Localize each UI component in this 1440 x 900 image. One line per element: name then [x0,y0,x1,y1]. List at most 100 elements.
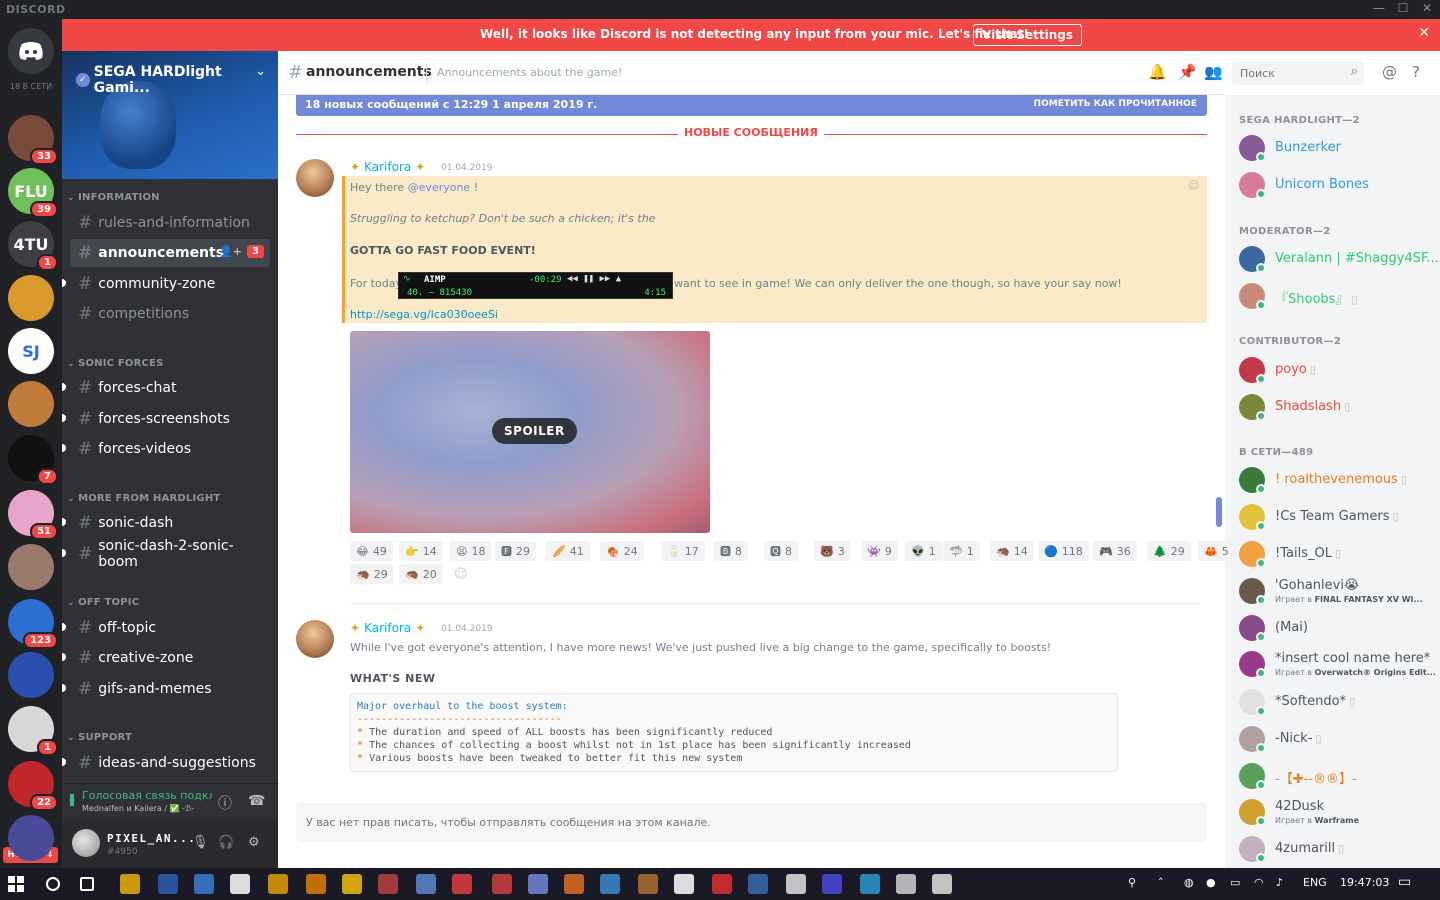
voice-channel-label[interactable]: Mednalfen и Kailera / ✅ -ℬ- [82,804,212,813]
home-button[interactable] [8,28,54,74]
channel-sonic-dash[interactable]: # sonic-dash [62,509,270,537]
member-item[interactable]: ! roalthevenemous ▯ [1239,467,1434,499]
member-item[interactable]: -Nick- ▯ [1239,726,1434,758]
file-explorer-icon[interactable] [120,874,140,894]
channel-creative-zone[interactable]: # creative-zone [62,644,270,672]
member-item[interactable]: !Cs Team Gamers ▯ [1239,504,1434,536]
channel-sonic-dash-2-sonic-boom[interactable]: # sonic-dash-2-sonic-boom [62,538,270,570]
store-icon[interactable] [230,874,250,894]
app-icon[interactable] [600,874,620,894]
server-icon[interactable] [8,652,54,698]
channel-community-zone[interactable]: # community-zone [62,270,270,298]
server-icon[interactable] [8,275,54,321]
member-item[interactable]: (Mai) [1239,615,1434,647]
media-player-icon[interactable] [268,874,288,894]
app-icon[interactable] [822,874,842,894]
channel-off-topic[interactable]: # off-topic [62,614,270,642]
invite-icon[interactable]: 👤+ [219,245,242,258]
app-icon[interactable] [860,874,880,894]
member-item[interactable]: 'Gohanlevi😭 Играет в FINAL FANTASY XV WI.… [1239,578,1434,610]
reaction-button[interactable]: 👽 1 [905,541,942,561]
message-author[interactable]: ✦ Karifora ✦ [350,621,425,635]
app-icon[interactable] [194,874,214,894]
member-item[interactable]: -【✚--®®】- [1239,763,1434,795]
reaction-button[interactable]: 🦔 14 [990,541,1034,561]
server-icon[interactable]: 7 [8,435,58,485]
app-icon[interactable] [492,874,512,894]
reaction-button[interactable]: 🆀 8 [764,541,798,561]
clock[interactable]: 19:47:03 [1340,876,1389,889]
task-view-icon[interactable] [80,877,94,891]
reaction-button[interactable]: 🎮 36 [1093,541,1137,561]
channel-gifs-and-memes[interactable]: # gifs-and-memes [62,675,270,703]
category-information[interactable]: INFORMATION [67,192,160,203]
server-icon[interactable]: FLU 39 [8,168,58,218]
channel-rules-and-information[interactable]: # rules-and-information [70,209,270,237]
visit-settings-button[interactable]: Visit Settings [973,24,1083,46]
app-icon[interactable] [416,874,436,894]
reaction-button[interactable]: 🦔 29 [350,564,394,584]
member-item[interactable]: Veralann | #Shaggy4SF... [1239,246,1439,278]
mention-icon[interactable]: @ [1382,63,1397,81]
channel-competitions[interactable]: # competitions [70,300,270,328]
help-icon[interactable]: ? [1412,63,1420,81]
add-reaction-icon[interactable]: ☺ [454,567,468,582]
app-icon[interactable] [378,874,398,894]
reaction-button[interactable]: 👉 14 [399,541,443,561]
chevron-up-icon[interactable]: ˄ [1158,876,1164,889]
reaction-button[interactable]: 🅵 29 [495,541,536,561]
avatar[interactable] [296,159,334,197]
member-item[interactable]: *insert cool name here* Играет в Overwatc… [1239,651,1436,683]
search-box[interactable]: ⌕ [1232,61,1364,85]
member-item[interactable]: Bunzerker [1239,135,1434,167]
reaction-button[interactable]: 👾 9 [861,541,898,561]
message-input[interactable] [296,802,1176,842]
gear-icon[interactable]: ⚙ [248,835,260,850]
channel-forces-videos[interactable]: # forces-videos [62,435,270,463]
close-notice-icon[interactable]: ✕ [1418,25,1430,41]
category-more-from-hardlight[interactable]: MORE FROM HARDLIGHT [67,493,220,504]
app-icon[interactable] [932,874,952,894]
app-icon[interactable] [306,874,326,894]
member-item[interactable]: Shadslash ▯ [1239,394,1434,426]
app-icon[interactable] [896,874,916,894]
mark-as-read-button[interactable]: ПОМЕТИТЬ КАК ПРОЧИТАННОЕ [1034,99,1197,109]
members-icon[interactable]: 👥 [1204,63,1223,81]
language-indicator[interactable]: ENG [1303,876,1327,889]
channel-announcements[interactable]: # announcements 👤+ 3 [70,239,270,267]
spoiler-image[interactable]: SPOILER [350,331,710,533]
server-icon[interactable]: SJ [8,328,54,374]
reaction-button[interactable]: 🥛 17 [661,541,705,561]
tray-app-icon[interactable]: ◍ [1184,876,1194,889]
server-icon[interactable]: 1 [8,706,58,756]
aimp-player-overlay[interactable]: ∿ AIMP -00:29 ◀◀ ❚❚ ▶▶ ▲ 40. ‒ 815430 4:… [398,272,673,299]
member-item[interactable]: Unicorn Bones [1239,172,1434,204]
avatar[interactable] [72,829,100,857]
reaction-button[interactable]: 🦔 20 [399,564,443,584]
member-item[interactable]: *Softendo* ▯ [1239,689,1434,721]
aimp-controls-icon[interactable]: ◀◀ ❚❚ ▶▶ ▲ [567,274,621,284]
everyone-mention[interactable]: @everyone [408,181,471,194]
app-icon[interactable] [452,874,472,894]
server-name[interactable]: ✓ SEGA HARDlight Gami... [76,64,278,96]
message-link[interactable]: http://sega.vg/Ica030oeeSi [350,308,498,321]
tray-app-icon[interactable]: ● [1206,876,1216,889]
channel-ideas-and-suggestions[interactable]: # ideas-and-suggestions [62,749,270,777]
category-sonic-forces[interactable]: SONIC FORCES [67,358,164,369]
reaction-button[interactable]: 🔵 118 [1038,541,1089,561]
app-icon[interactable] [564,874,584,894]
app-icon[interactable] [786,874,806,894]
member-item[interactable]: 『Shoobs』 ▯ [1239,283,1434,315]
member-item[interactable]: 4zumarill ▯ [1239,836,1434,868]
wifi-icon[interactable]: ◠ [1254,876,1264,889]
app-icon[interactable] [342,874,362,894]
info-icon[interactable]: ⓘ [218,793,232,813]
windows-start-icon[interactable] [8,876,24,892]
volume-icon[interactable]: ♪ [1276,876,1283,889]
search-input[interactable] [1232,61,1332,85]
new-messages-bar[interactable]: 18 новых сообщений с 12:29 1 апреля 2019… [296,95,1207,116]
reaction-button[interactable]: 🅱 8 [714,541,748,561]
notifications-icon[interactable]: ▭ [1398,874,1411,890]
reaction-button[interactable]: 🌲 29 [1147,541,1191,561]
reaction-button[interactable]: 😂 49 [350,541,393,561]
